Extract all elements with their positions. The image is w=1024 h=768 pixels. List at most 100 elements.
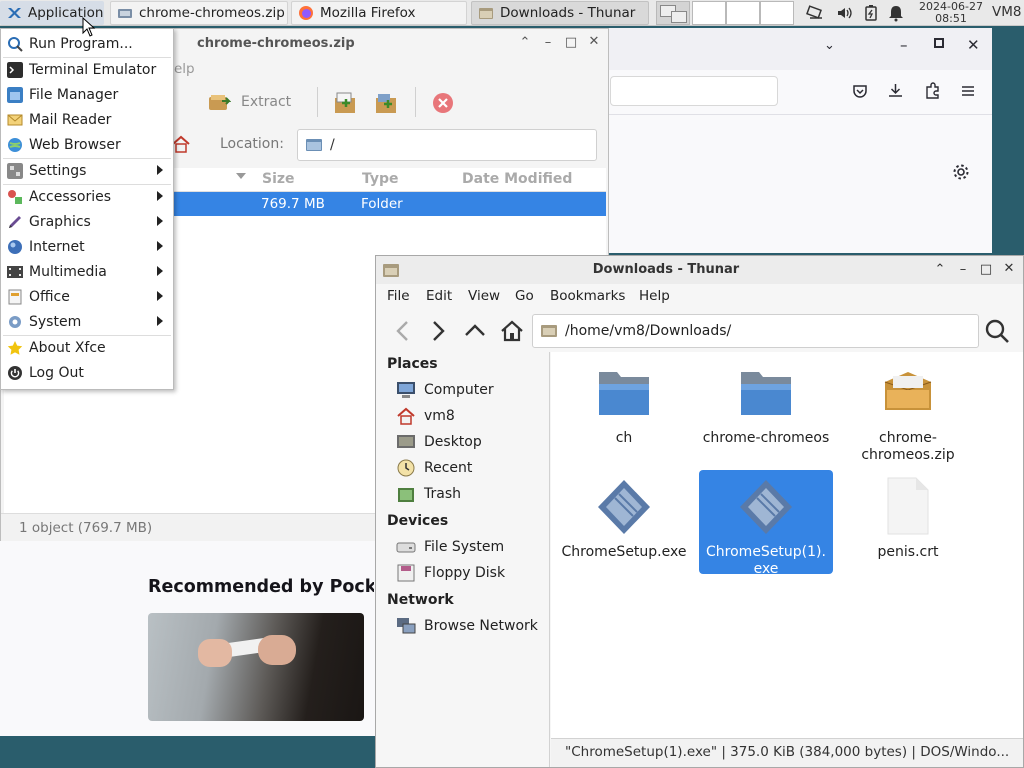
workspace-1[interactable]	[656, 1, 690, 25]
menu-item-graphics[interactable]: Graphics	[2, 209, 172, 234]
drive-icon	[396, 542, 416, 553]
sort-arrow-icon[interactable]	[236, 173, 246, 179]
taskbar-item-archive[interactable]: chrome-chromeos.zip	[110, 1, 288, 25]
chevron-down-icon[interactable]: ⌄	[824, 38, 835, 53]
add-folder-icon[interactable]	[373, 90, 399, 116]
sidebar-item-floppy-disk[interactable]: Floppy Disk	[396, 561, 505, 585]
menu-item-label: Settings	[29, 162, 87, 179]
file-item-chromesetup-1-exe[interactable]: ChromeSetup(1).exe	[699, 470, 833, 577]
pocket-icon[interactable]	[852, 83, 868, 99]
menu-item-internet[interactable]: Internet	[2, 234, 172, 259]
add-files-icon[interactable]	[332, 90, 358, 116]
sidebar-item-desktop[interactable]: Desktop	[396, 430, 482, 454]
taskbar-item-thunar[interactable]: Downloads - Thunar	[471, 1, 649, 25]
back-arrow-icon[interactable]	[388, 316, 418, 346]
file-item-ch[interactable]: ch	[557, 356, 691, 446]
run-icon	[8, 36, 23, 52]
star-icon	[7, 340, 23, 355]
minimize-icon[interactable]: –	[900, 36, 908, 54]
menu-item-mail-reader[interactable]: Mail Reader	[2, 107, 172, 132]
minimize-icon[interactable]: –	[954, 262, 972, 277]
hamburger-menu-icon[interactable]	[960, 83, 976, 99]
menu-item-office[interactable]: Office	[2, 284, 172, 309]
menu-item-settings[interactable]: Settings	[2, 158, 172, 183]
settings-gear-icon[interactable]	[952, 163, 970, 181]
stop-icon[interactable]	[432, 92, 454, 114]
sidebar-item-vm8[interactable]: vm8	[396, 404, 455, 428]
sidebar-item-recent[interactable]: Recent	[396, 456, 472, 480]
close-icon[interactable]: ✕	[967, 36, 980, 54]
menu-item-system[interactable]: System	[2, 309, 172, 334]
menu-bookmarks[interactable]: Bookmarks	[550, 288, 625, 304]
forward-arrow-icon[interactable]	[423, 316, 453, 346]
workspace-2[interactable]	[692, 1, 726, 25]
menu-item-multimedia[interactable]: Multimedia	[2, 259, 172, 284]
maximize-icon[interactable]: □	[562, 35, 580, 50]
thunar-titlebar: Downloads - Thunar ⌃ – □ ✕	[376, 256, 1023, 284]
menu-item-about-xfce[interactable]: About Xfce	[2, 335, 172, 360]
location-field[interactable]: /	[297, 129, 597, 161]
submenu-arrow-icon	[157, 216, 163, 226]
table-row[interactable]: 769.7 MB Folder	[174, 192, 606, 216]
home-icon[interactable]	[171, 134, 191, 154]
download-icon[interactable]	[887, 82, 904, 99]
sidebar-item-file-system[interactable]: File System	[396, 535, 504, 559]
menu-view[interactable]: View	[468, 288, 500, 304]
clock[interactable]: 2024-06-27 08:51	[916, 1, 986, 25]
url-bar[interactable]	[610, 76, 778, 106]
workspace-4[interactable]	[760, 1, 794, 25]
menu-item-label: Multimedia	[29, 263, 107, 280]
extract-button[interactable]: Extract	[207, 91, 291, 113]
close-icon[interactable]: ✕	[1000, 261, 1018, 276]
file-item-penis-crt[interactable]: penis.crt	[841, 470, 975, 560]
sidebar-item-browse-network[interactable]: Browse Network	[396, 614, 538, 638]
maximize-icon[interactable]: □	[977, 262, 995, 277]
menu-item-terminal[interactable]: Terminal Emulator	[2, 57, 172, 82]
menu-help[interactable]: elp	[174, 61, 195, 77]
file-item-chrome-chromeos-zip[interactable]: chrome-chromeos.zip	[841, 356, 975, 464]
mail-icon	[7, 114, 23, 125]
maximize-icon[interactable]	[934, 38, 944, 48]
archive-package-icon	[884, 372, 932, 410]
user-name[interactable]: VM8	[992, 4, 1021, 20]
xfce-logo-icon	[8, 8, 21, 18]
workspace-3[interactable]	[726, 1, 760, 25]
menu-item-file-manager[interactable]: File Manager	[2, 82, 172, 107]
row-size: 769.7 MB	[261, 196, 325, 212]
close-icon[interactable]: ✕	[585, 34, 603, 49]
menu-item-log-out[interactable]: Log Out	[2, 360, 172, 385]
up-arrow-icon[interactable]	[460, 316, 490, 346]
menu-go[interactable]: Go	[515, 288, 534, 304]
menu-help[interactable]: Help	[639, 288, 670, 304]
column-size[interactable]: Size	[262, 171, 295, 187]
minimize-icon[interactable]: –	[539, 35, 557, 50]
menu-edit[interactable]: Edit	[426, 288, 452, 304]
home-icon[interactable]	[497, 316, 527, 346]
shade-icon[interactable]: ⌃	[516, 35, 534, 50]
menu-file[interactable]: File	[387, 288, 410, 304]
taskbar-item-label: Mozilla Firefox	[320, 5, 416, 21]
pocket-story-image[interactable]	[148, 613, 364, 721]
taskbar-item-label: chrome-chromeos.zip	[139, 5, 285, 21]
path-value: /home/vm8/Downloads/	[565, 323, 732, 339]
network-icon	[397, 618, 416, 634]
menu-item-web-browser[interactable]: Web Browser	[2, 132, 172, 157]
sidebar-item-trash[interactable]: Trash	[396, 482, 461, 506]
search-icon[interactable]	[982, 316, 1012, 346]
file-grid[interactable]: ch chrome-chromeos chrome-chromeos.zip C…	[551, 352, 1023, 738]
battery-icon[interactable]	[862, 4, 880, 22]
column-date-modified[interactable]: Date Modified	[462, 171, 572, 187]
shade-icon[interactable]: ⌃	[931, 262, 949, 277]
network-icon[interactable]	[806, 4, 824, 22]
menu-item-label: Internet	[29, 238, 85, 255]
taskbar-item-firefox[interactable]: Mozilla Firefox	[291, 1, 467, 25]
path-bar[interactable]: /home/vm8/Downloads/	[532, 314, 979, 348]
column-type[interactable]: Type	[362, 171, 399, 187]
notification-bell-icon[interactable]	[887, 4, 905, 22]
file-item-chromesetup-exe[interactable]: ChromeSetup.exe	[557, 470, 691, 560]
file-item-chrome-chromeos[interactable]: chrome-chromeos	[699, 356, 833, 446]
volume-icon[interactable]	[836, 4, 854, 22]
menu-item-accessories[interactable]: Accessories	[2, 184, 172, 209]
extensions-icon[interactable]	[924, 82, 941, 99]
sidebar-item-computer[interactable]: Computer	[396, 378, 494, 402]
